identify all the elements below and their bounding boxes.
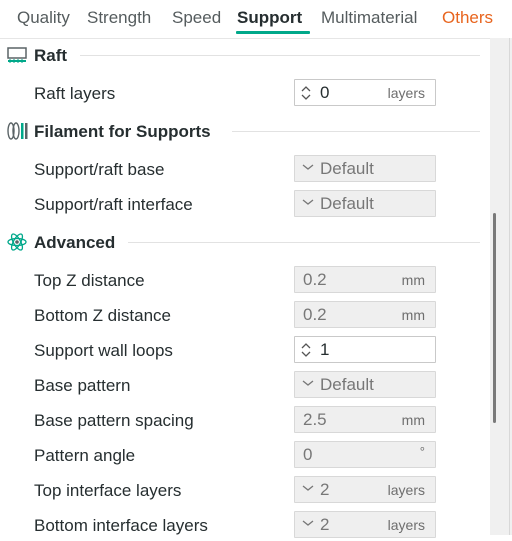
support-wall-loops-label: Support wall loops xyxy=(34,341,173,360)
top-interface-layers-label: Top interface layers xyxy=(34,481,182,500)
base-pattern-value: Default xyxy=(320,375,374,394)
top-interface-layers-select[interactable]: 2 layers xyxy=(294,476,436,503)
row-bottom-z-distance: Bottom Z distance 0.2 mm xyxy=(0,299,490,331)
panel-border xyxy=(509,38,510,535)
chevron-down-icon[interactable] xyxy=(302,483,314,493)
top-z-distance-label: Top Z distance xyxy=(34,271,145,290)
chevron-down-icon[interactable] xyxy=(302,378,314,388)
section-title-advanced: Advanced xyxy=(34,233,116,252)
support-raft-base-select[interactable]: Default xyxy=(294,155,436,182)
row-support-raft-interface: Support/raft interface Default xyxy=(0,188,490,220)
pattern-angle-unit: ° xyxy=(419,444,425,459)
active-tab-indicator xyxy=(236,31,310,34)
bottom-interface-layers-value: 2 xyxy=(320,515,330,534)
filament-icon xyxy=(7,122,28,140)
tab-others[interactable]: Others xyxy=(442,8,493,28)
section-title-filament: Filament for Supports xyxy=(34,122,211,141)
base-pattern-spacing-label: Base pattern spacing xyxy=(34,411,194,430)
top-interface-layers-unit: layers xyxy=(387,482,425,498)
base-pattern-spacing-value: 2.5 xyxy=(303,410,327,429)
top-z-distance-value: 0.2 xyxy=(303,270,327,289)
bottom-z-distance-input[interactable]: 0.2 mm xyxy=(294,301,436,328)
support-raft-base-value: Default xyxy=(320,159,374,178)
row-bottom-interface-layers: Bottom interface layers 2 layers xyxy=(0,509,490,541)
tab-support[interactable]: Support xyxy=(237,8,302,28)
section-divider xyxy=(80,55,480,56)
bottom-z-distance-unit: mm xyxy=(401,307,425,323)
row-pattern-angle: Pattern angle 0 ° xyxy=(0,439,490,471)
support-wall-loops-value: 1 xyxy=(320,340,330,359)
atom-icon xyxy=(7,233,27,251)
row-base-pattern-spacing: Base pattern spacing 2.5 mm xyxy=(0,404,490,436)
bottom-interface-layers-label: Bottom interface layers xyxy=(34,516,208,535)
bottom-interface-layers-unit: layers xyxy=(387,517,425,533)
chevron-down-icon[interactable] xyxy=(302,197,314,207)
base-pattern-label: Base pattern xyxy=(34,376,131,395)
pattern-angle-input[interactable]: 0 ° xyxy=(294,441,436,468)
support-raft-interface-value: Default xyxy=(320,194,374,213)
pattern-angle-value: 0 xyxy=(303,445,313,464)
raft-layers-label: Raft layers xyxy=(34,84,116,103)
bottom-z-distance-label: Bottom Z distance xyxy=(34,306,172,325)
section-divider xyxy=(232,131,480,132)
tab-speed[interactable]: Speed xyxy=(172,8,221,28)
bottom-interface-layers-select[interactable]: 2 layers xyxy=(294,511,436,538)
chevron-down-icon[interactable] xyxy=(302,162,314,172)
spin-arrows-icon[interactable] xyxy=(299,341,313,359)
settings-tab-bar: Quality Strength Speed Support Multimate… xyxy=(0,0,512,39)
base-pattern-spacing-input[interactable]: 2.5 mm xyxy=(294,406,436,433)
tab-quality[interactable]: Quality xyxy=(17,8,70,28)
support-raft-interface-select[interactable]: Default xyxy=(294,190,436,217)
tab-multimaterial[interactable]: Multimaterial xyxy=(321,8,417,28)
support-raft-base-label: Support/raft base xyxy=(34,160,165,179)
top-interface-layers-value: 2 xyxy=(320,480,330,499)
support-raft-interface-label: Support/raft interface xyxy=(34,195,193,214)
pattern-angle-label: Pattern angle xyxy=(34,446,136,465)
base-pattern-spacing-unit: mm xyxy=(401,412,425,428)
section-divider xyxy=(128,242,480,243)
support-wall-loops-spinbox[interactable]: 1 xyxy=(294,336,436,363)
section-filament-for-supports: Filament for Supports xyxy=(0,117,490,147)
row-base-pattern: Base pattern Default xyxy=(0,369,490,401)
raft-icon xyxy=(7,47,27,63)
top-z-distance-input[interactable]: 0.2 mm xyxy=(294,266,436,293)
row-raft-layers: Raft layers 0 layers xyxy=(0,77,490,109)
tab-strength[interactable]: Strength xyxy=(87,8,151,28)
row-support-raft-base: Support/raft base Default xyxy=(0,153,490,185)
chevron-down-icon[interactable] xyxy=(302,518,314,528)
raft-layers-unit: layers xyxy=(387,85,425,101)
row-top-interface-layers: Top interface layers 2 layers xyxy=(0,474,490,506)
bottom-z-distance-value: 0.2 xyxy=(303,305,327,324)
row-support-wall-loops: Support wall loops 1 xyxy=(0,334,490,366)
spin-arrows-icon[interactable] xyxy=(299,84,313,102)
section-title-raft: Raft xyxy=(34,46,68,65)
section-raft: Raft xyxy=(0,41,490,71)
raft-layers-spinbox[interactable]: 0 layers xyxy=(294,79,436,106)
base-pattern-select[interactable]: Default xyxy=(294,371,436,398)
row-top-z-distance: Top Z distance 0.2 mm xyxy=(0,264,490,296)
raft-layers-value: 0 xyxy=(320,83,330,102)
scrollbar-thumb[interactable] xyxy=(493,213,496,423)
section-advanced: Advanced xyxy=(0,228,490,258)
top-z-distance-unit: mm xyxy=(401,272,425,288)
